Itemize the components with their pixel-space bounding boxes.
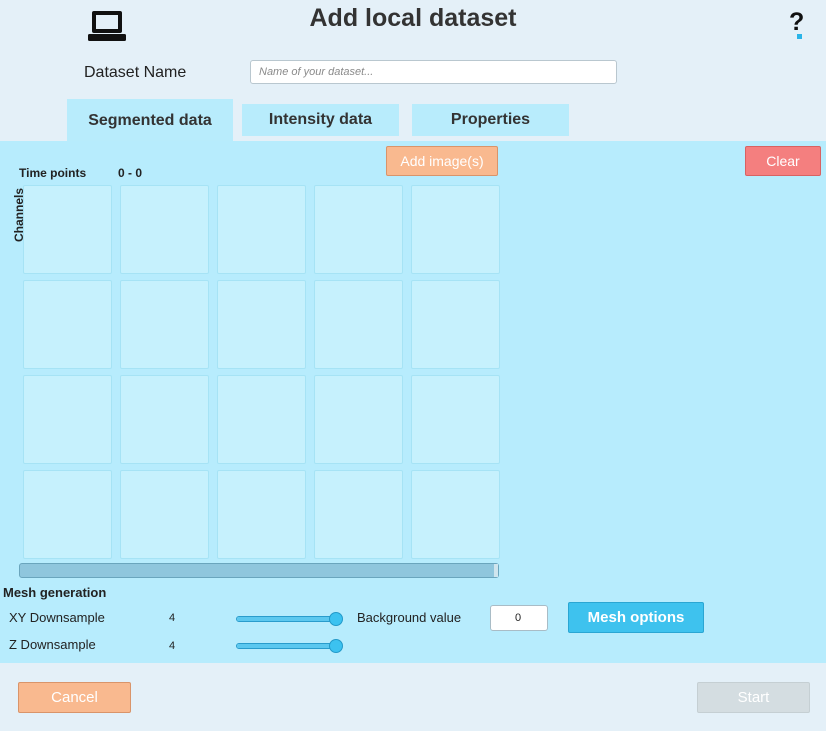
start-button[interactable]: Start (697, 682, 810, 713)
xy-downsample-value: 4 (169, 612, 176, 624)
z-downsample-slider[interactable] (236, 643, 336, 649)
cancel-label: Cancel (51, 689, 98, 706)
image-slot[interactable] (23, 280, 112, 369)
tab-intensity-data[interactable]: Intensity data (242, 104, 399, 136)
xy-downsample-slider-handle[interactable] (329, 612, 343, 626)
horizontal-scrollbar[interactable] (19, 563, 499, 578)
image-slot[interactable] (217, 470, 306, 559)
tab-segmented-data[interactable]: Segmented data (67, 99, 233, 142)
z-downsample-label: Z Downsample (9, 637, 96, 652)
dataset-name-input[interactable] (250, 60, 617, 84)
help-icon-dot (797, 34, 802, 39)
image-slot[interactable] (217, 375, 306, 464)
add-images-label: Add image(s) (400, 153, 484, 169)
image-slot[interactable] (217, 185, 306, 274)
image-slot[interactable] (120, 185, 209, 274)
scrollbar-handle[interactable] (494, 564, 498, 577)
background-value-label: Background value (357, 610, 462, 625)
image-slot[interactable] (23, 185, 112, 274)
help-icon: ? (789, 8, 805, 36)
tab-label: Properties (450, 111, 531, 128)
slider-fill (237, 644, 335, 648)
image-slot[interactable] (217, 280, 306, 369)
image-slot[interactable] (314, 375, 403, 464)
image-slot[interactable] (23, 470, 112, 559)
image-slot[interactable] (120, 280, 209, 369)
image-slot[interactable] (411, 470, 500, 559)
z-downsample-value: 4 (169, 640, 176, 652)
image-slot[interactable] (314, 185, 403, 274)
xy-downsample-label: XY Downsample (9, 610, 105, 625)
mesh-generation-title: Mesh generation (3, 585, 107, 600)
image-slot[interactable] (23, 375, 112, 464)
clear-button[interactable]: Clear (745, 146, 821, 176)
background-value-input[interactable] (490, 605, 548, 631)
image-slot[interactable] (314, 470, 403, 559)
cancel-button[interactable]: Cancel (18, 682, 131, 713)
slider-fill (237, 617, 335, 621)
page-title: Add local dataset (309, 4, 517, 32)
image-slot[interactable] (411, 375, 500, 464)
time-points-range: 0 - 0 (118, 166, 143, 180)
time-points-label: Time points (19, 166, 87, 180)
image-grid (23, 185, 500, 561)
mesh-options-button[interactable]: Mesh options (568, 602, 704, 633)
image-slot[interactable] (120, 375, 209, 464)
help-button[interactable]: ? (789, 8, 809, 40)
z-downsample-slider-handle[interactable] (329, 639, 343, 653)
image-slot[interactable] (411, 185, 500, 274)
dataset-name-label: Dataset Name (84, 64, 187, 81)
mesh-options-label: Mesh options (587, 609, 685, 626)
xy-downsample-slider[interactable] (236, 616, 336, 622)
image-slot[interactable] (411, 280, 500, 369)
clear-label: Clear (766, 153, 800, 169)
image-slot[interactable] (314, 280, 403, 369)
tab-label: Segmented data (88, 111, 212, 129)
add-images-button[interactable]: Add image(s) (386, 146, 498, 176)
image-slot[interactable] (120, 470, 209, 559)
tab-properties[interactable]: Properties (412, 104, 569, 136)
start-label: Start (737, 689, 770, 706)
tab-label: Intensity data (268, 111, 373, 128)
